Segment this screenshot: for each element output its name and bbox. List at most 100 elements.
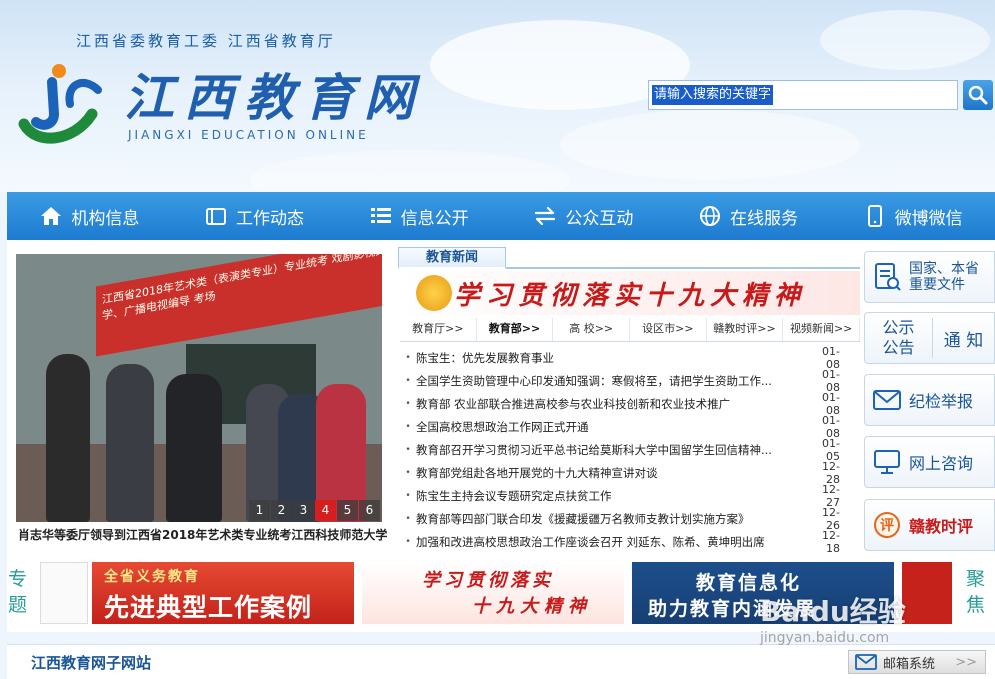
pager-page-5[interactable]: 5 xyxy=(337,500,358,521)
topic-text: 教育信息化 xyxy=(696,572,802,594)
news-title[interactable]: 陈宝生主持会议专题研究定点扶贫工作 xyxy=(416,488,810,504)
monitor-icon xyxy=(874,450,900,474)
news-title[interactable]: 教育部等四部门联合印发《援藏援疆万名教师支教计划实施方案》 xyxy=(416,511,810,527)
subtab-commentary[interactable]: 赣教时评>> xyxy=(707,318,784,341)
logo-icon[interactable] xyxy=(14,62,104,146)
news-banner-text: 学习贯彻落实十九大精神 xyxy=(453,280,806,311)
svg-text:评: 评 xyxy=(880,518,894,534)
nav-label: 机构信息 xyxy=(71,208,140,229)
news-title[interactable]: 加强和改进高校思想政治工作座谈会召开 刘延东、陈希、黄坤明出席 xyxy=(416,534,810,550)
topic-text: 学习贯彻落实 xyxy=(422,570,554,591)
news-title[interactable]: 教育部召开学习贯彻习近平总书记给莫斯科大学中国留学生回信精神... xyxy=(416,442,810,458)
nav-label: 在线服务 xyxy=(730,208,799,229)
focus-label: 聚焦 xyxy=(966,568,986,616)
news-banner[interactable]: 学习贯彻落实十九大精神 xyxy=(400,271,860,315)
header-subtitle: 江西省委教育工委 江西省教育厅 xyxy=(76,32,336,50)
topic-banner-19th-congress[interactable]: 学习贯彻落实 十九大精神 xyxy=(362,562,624,624)
discipline-report-button[interactable]: 纪检举报 xyxy=(864,374,995,426)
topic-banner-next[interactable] xyxy=(902,562,952,624)
nav-item-online-service[interactable]: 在线服务 xyxy=(666,192,831,240)
news-item[interactable]: • 全国学生资助管理中心印发通知强调：寒假将至，请把学生资助工作... 01-08 xyxy=(400,368,840,394)
bullet-icon: • xyxy=(405,536,411,547)
nav-item-org-info[interactable]: 机构信息 xyxy=(7,192,172,240)
double-chevron-right-icon: >> xyxy=(955,654,977,670)
main-nav: 机构信息 工作动态 信息公开 公众互动 在线服务 微博微信 xyxy=(7,192,995,240)
emblem-icon xyxy=(416,275,452,311)
news-title[interactable]: 全国学生资助管理中心印发通知强调：寒假将至，请把学生资助工作... xyxy=(416,373,810,389)
side-label: 网上咨询 xyxy=(909,454,974,473)
subsite-title: 江西教育网子网站 xyxy=(31,654,152,672)
subtab-cities[interactable]: 设区市>> xyxy=(630,318,707,341)
pager-page-2[interactable]: 2 xyxy=(271,500,292,521)
site-logo-title[interactable]: 江西教育网 xyxy=(124,58,424,130)
phone-icon xyxy=(867,205,882,227)
nav-item-weibo-wechat[interactable]: 微博微信 xyxy=(830,192,995,240)
mail-system-button[interactable]: 邮箱系统 >> xyxy=(848,650,986,674)
review-icon: 评 xyxy=(874,512,900,538)
news-item[interactable]: • 全国高校思想政治工作网正式开通 01-08 xyxy=(400,414,840,440)
nav-item-work-news[interactable]: 工作动态 xyxy=(172,192,337,240)
announcement-notice-button[interactable]: 公示 公告 通 知 xyxy=(864,312,995,364)
pager-page-4[interactable]: 4 xyxy=(315,500,336,521)
mail-icon xyxy=(873,390,901,410)
side-label: 国家、本省 重要文件 xyxy=(909,261,979,293)
photo-pager: 1 2 3 4 5 6 xyxy=(249,500,380,521)
news-title[interactable]: 陈宝生：优先发展教育事业 xyxy=(416,350,810,366)
news-item[interactable]: • 加强和改进高校思想政治工作座谈会召开 刘延东、陈希、黄坤明出席 12-18 xyxy=(400,529,840,555)
topic-banner-edu-informatization[interactable]: 教育信息化 助力教育内涵发展 xyxy=(632,562,894,624)
subsite-section xyxy=(7,644,995,679)
pager-page-1[interactable]: 1 xyxy=(249,500,270,521)
topic-prev-item[interactable] xyxy=(40,562,88,624)
news-photo[interactable]: 江西省2018年艺术类（表演类专业）专业统考 戏剧影视文学、广播电视编导 考场 xyxy=(16,254,382,522)
subtab-dept[interactable]: 教育厅>> xyxy=(400,318,477,341)
pager-page-3[interactable]: 3 xyxy=(293,500,314,521)
bullet-icon: • xyxy=(405,513,411,524)
nav-item-info-disclosure[interactable]: 信息公开 xyxy=(336,192,501,240)
search-button[interactable] xyxy=(963,80,993,110)
side-label-line: 国家、本省 xyxy=(909,261,979,277)
search-input[interactable] xyxy=(648,80,958,110)
topic-banner-compulsory-education[interactable]: 全省义务教育 先进典型工作案例 xyxy=(92,562,354,624)
important-documents-button[interactable]: 国家、本省 重要文件 xyxy=(864,251,995,303)
photo-caption[interactable]: 肖志华等委厅领导到江西省2018年艺术类专业统考江西科技师范大学 xyxy=(18,526,387,543)
news-item[interactable]: • 教育部 农业部联合推进高校参与农业科技创新和农业技术推广 01-08 xyxy=(400,391,840,417)
bullet-icon: • xyxy=(405,375,411,386)
online-consulting-button[interactable]: 网上咨询 xyxy=(864,436,995,488)
subtab-ministry[interactable]: 教育部>> xyxy=(476,318,554,341)
news-item[interactable]: • 教育部等四部门联合印发《援藏援疆万名教师支教计划实施方案》 12-26 xyxy=(400,506,840,532)
subtab-universities[interactable]: 高 校>> xyxy=(553,318,631,341)
home-icon xyxy=(41,207,62,225)
photo-banner: 江西省2018年艺术类（表演类专业）专业统考 戏剧影视文学、广播电视编导 考场 xyxy=(96,254,382,357)
notice-label[interactable]: 通 知 xyxy=(933,326,994,351)
subtab-video-news[interactable]: 视频新闻>> xyxy=(783,318,861,341)
cloud-decoration xyxy=(820,10,990,70)
news-title[interactable]: 教育部 农业部联合推进高校参与农业科技创新和农业技术推广 xyxy=(416,396,810,412)
news-tabbar: 教育新闻 xyxy=(398,247,860,269)
exchange-icon xyxy=(535,206,556,226)
news-item[interactable]: • 陈宝生：优先发展教育事业 01-08 xyxy=(400,345,840,371)
folder-icon xyxy=(206,208,226,225)
nav-label: 公众互动 xyxy=(565,208,634,229)
news-item[interactable]: • 陈宝生主持会议专题研究定点扶贫工作 12-27 xyxy=(400,483,840,509)
photo-person xyxy=(166,374,222,522)
topic-text: 助力教育内涵发展 xyxy=(648,598,817,620)
nav-label: 信息公开 xyxy=(400,208,469,229)
news-title[interactable]: 教育部党组赴各地开展党的十九大精神宣讲对谈 xyxy=(416,465,810,481)
nav-label: 微博微信 xyxy=(894,208,963,229)
news-item[interactable]: • 教育部召开学习贯彻习近平总书记给莫斯科大学中国留学生回信精神... 01-05 xyxy=(400,437,840,463)
site-logo-english: JIANGXI EDUCATION ONLINE xyxy=(128,128,369,142)
document-icon xyxy=(875,263,901,291)
nav-item-public-interaction[interactable]: 公众互动 xyxy=(501,192,666,240)
topic-text: 先进典型工作案例 xyxy=(104,593,313,622)
news-item[interactable]: • 教育部党组赴各地开展党的十九大精神宣讲对谈 12-28 xyxy=(400,460,840,486)
announcement-label[interactable]: 公示 公告 xyxy=(865,318,933,358)
pager-page-6[interactable]: 6 xyxy=(359,500,380,521)
news-title[interactable]: 全国高校思想政治工作网正式开通 xyxy=(416,419,810,435)
mail-label: 邮箱系统 xyxy=(883,656,936,672)
mail-icon xyxy=(855,654,877,670)
side-label: 赣教时评 xyxy=(909,517,974,536)
ganjiao-review-button[interactable]: 评 赣教时评 xyxy=(864,499,995,551)
tab-education-news[interactable]: 教育新闻 xyxy=(398,247,506,269)
topics-label: 专题 xyxy=(8,568,28,616)
bullet-icon: • xyxy=(405,444,411,455)
